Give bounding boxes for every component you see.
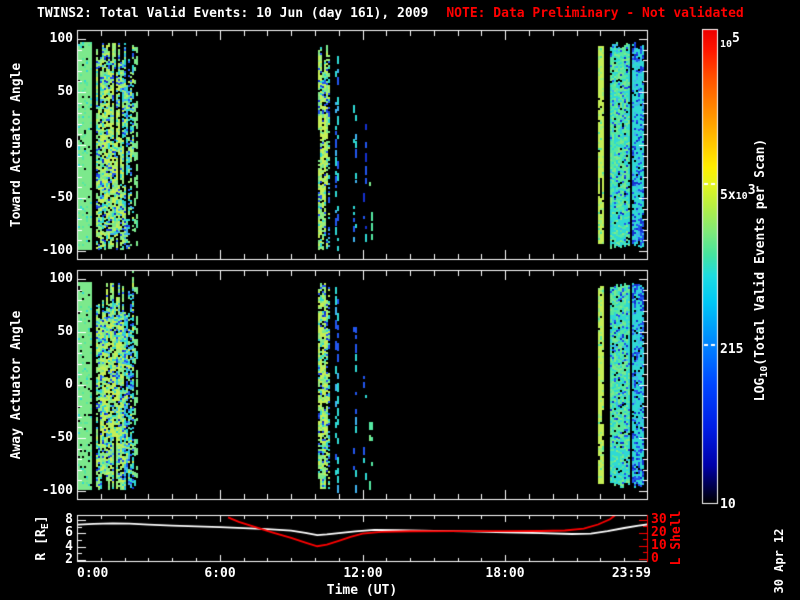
date-stamp: 30 Apr 12	[772, 528, 786, 593]
y-tick-label: 0	[23, 137, 73, 152]
y-tick-label: 100	[23, 271, 73, 286]
y-tick-label: -50	[23, 430, 73, 445]
twins2-figure: TWINS2: Total Valid Events: 10 Jun (day …	[0, 0, 800, 600]
y-tick-label: -100	[23, 483, 73, 498]
title-text: TWINS2: Total Valid Events: 10 Jun (day …	[37, 6, 428, 21]
cb-tick-pre: 5x	[720, 188, 736, 203]
colorbar-tick-1e5: 105	[720, 31, 740, 52]
colorbar-title-sub: 10	[759, 366, 770, 378]
x-tick-label: 18:00	[475, 566, 535, 581]
y-tick-label: 0	[23, 377, 73, 392]
y-axis-label-away: Away Actuator Angle	[10, 311, 24, 460]
cb-tick-pre: 215	[720, 342, 743, 357]
title-note: NOTE: Data Preliminary - Not validated	[446, 6, 743, 21]
y-tick-label: 50	[23, 324, 73, 339]
y-tick-label: 100	[23, 31, 73, 46]
y-axis-label-toward: Toward Actuator Angle	[10, 63, 24, 227]
y-tick-label: 50	[23, 84, 73, 99]
x-tick-label: 12:00	[333, 566, 393, 581]
colorbar-title: LOG10(Total Valid Events per Scan)	[754, 139, 772, 402]
cb-tick-pre: 10	[720, 497, 736, 512]
x-tick-label: 0:00	[77, 566, 137, 581]
colorbar-title-post: (Total Valid Events per Scan)	[753, 139, 768, 366]
r-tick-label: 6	[23, 525, 73, 540]
figure-title: TWINS2: Total Valid Events: 10 Jun (day …	[37, 6, 744, 21]
y-tick-label: -100	[23, 243, 73, 258]
x-axis-label: Time (UT)	[302, 583, 422, 598]
colorbar-title-pre: LOG	[753, 378, 768, 401]
x-tick-label: 6:00	[190, 566, 250, 581]
y-tick-label: -50	[23, 190, 73, 205]
cb-tick-exp: 3	[748, 183, 756, 198]
x-tick-label: 23:59	[591, 566, 651, 581]
colorbar-tick-5e3: 5x103	[720, 183, 756, 204]
r-tick-label: 2	[23, 552, 73, 567]
cb-tick-base: 10	[736, 191, 748, 202]
colorbar-tick-215: 215	[720, 337, 743, 358]
cb-tick-exp: 5	[732, 31, 740, 46]
cb-tick-base: 10	[720, 39, 732, 50]
lshell-tick-label: 0	[651, 551, 691, 566]
colorbar-tick-10: 10	[720, 492, 736, 513]
